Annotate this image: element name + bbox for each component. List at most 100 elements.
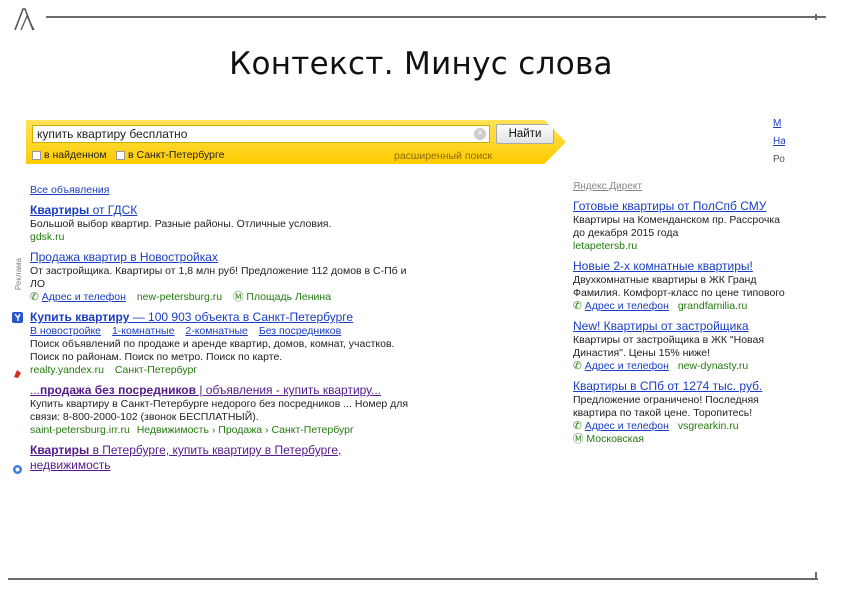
address-phone-link[interactable]: Адрес и телефон	[585, 360, 669, 372]
ad-meta: ✆ Адрес и телефон new-dynasty.ru	[573, 360, 785, 373]
advanced-search-link[interactable]: расширенный поиск	[394, 150, 492, 163]
address-phone-link[interactable]: Адрес и телефон	[42, 291, 126, 303]
ad-text: Квартиры на Коменданском пр. Рассрочка д…	[573, 214, 781, 239]
slide-top-rule	[46, 16, 826, 18]
ad-url[interactable]: vsgrearkin.ru	[678, 420, 739, 432]
result-title-prefix: ...	[30, 383, 41, 397]
presentation-logo-icon	[14, 8, 35, 31]
ad-title-link[interactable]: New! Квартиры от застройщика	[573, 319, 749, 333]
result-title-bold: продажа без посредников	[40, 383, 196, 397]
yandex-search-screenshot: × Найти в найденном в Санкт-Петербурге р…	[10, 110, 785, 490]
result-title-rest: — 100 903 объекта в Санкт-Петербурге	[129, 310, 354, 324]
slide-top-rule-tick	[815, 14, 817, 20]
ad-meta: ✆ Адрес и телефон vsgrearkin.ru	[573, 420, 785, 433]
phone-icon: ✆	[573, 360, 582, 372]
result-title-bold: Квартиры	[30, 443, 90, 457]
result-url[interactable]: new-petersburg.ru	[137, 291, 222, 303]
ad-title-link[interactable]: Готовые квартиры от ПолСпб СМУ	[573, 199, 766, 213]
result-meta: ✆ Адрес и телефон new-petersburg.ru Ⓜ Пл…	[30, 291, 420, 304]
ad-title-link[interactable]: Новые 2-х комнатные квартиры!	[573, 259, 753, 273]
slide-bottom-rule	[8, 578, 818, 580]
direct-ad: Квартиры в СПб от 1274 тыс. руб. Предлож…	[573, 379, 785, 446]
yandex-realty-favicon-icon	[12, 312, 23, 323]
checkbox-box[interactable]	[116, 151, 125, 160]
ad-text: Двухкомнатные квартиры в ЖК Гранд Фамили…	[573, 274, 785, 299]
result-snippet: Поиск объявлений по продаже и аренде ква…	[30, 338, 395, 363]
sitelink[interactable]: В новостройке	[30, 325, 101, 337]
search-result: ...продажа без посредников | объявления …	[30, 383, 420, 437]
ad-url[interactable]: letapetersb.ru	[573, 240, 785, 253]
ad-url[interactable]: grandfamilia.ru	[678, 300, 747, 312]
slide-title: Контекст. Минус слова	[229, 46, 613, 82]
edge-link[interactable]: На	[773, 133, 785, 151]
cut-off-header-links: М На Ро	[773, 115, 785, 169]
ad-title-link[interactable]: Квартиры в СПб от 1274 тыс. руб.	[573, 379, 762, 393]
metro-station: Московская	[586, 433, 644, 445]
search-bar: × Найти в найденном в Санкт-Петербурге р…	[26, 120, 566, 164]
search-result: Купить квартиру — 100 903 объекта в Санк…	[30, 310, 420, 377]
phone-icon: ✆	[573, 300, 582, 312]
ad-text: Квартиры от застройщика в ЖК "Новая Дина…	[573, 334, 765, 359]
checkbox-in-found[interactable]: в найденном	[32, 149, 107, 162]
direct-ad: New! Квартиры от застройщика Квартиры от…	[573, 319, 785, 373]
search-result: Продажа квартир в Новостройках От застро…	[30, 250, 420, 304]
result-snippet: Большой выбор квартир. Разные районы. От…	[30, 218, 332, 230]
edge-link[interactable]: М	[773, 115, 785, 133]
checkbox-in-found-label: в найденном	[44, 149, 107, 161]
phone-icon: ✆	[30, 291, 39, 303]
ad-url[interactable]: new-dynasty.ru	[678, 360, 748, 372]
all-ads-link[interactable]: Все объявления	[30, 184, 109, 196]
metro-station: Площадь Ленина	[246, 291, 332, 303]
result-snippet: От застройщика. Квартиры от 1,8 млн руб!…	[30, 265, 407, 290]
result-title-link[interactable]: Купить квартиру — 100 903 объекта в Санк…	[30, 310, 353, 324]
result-title-rest: в Новостройках	[126, 250, 218, 264]
checkbox-region[interactable]: в Санкт-Петербурге	[116, 149, 224, 162]
result-title-link[interactable]: Квартиры от ГДСК	[30, 203, 137, 217]
sitelink[interactable]: 2-комнатные	[185, 325, 248, 337]
checkbox-box[interactable]	[32, 151, 41, 160]
yandex-direct-label[interactable]: Яндекс.Директ	[573, 181, 642, 192]
search-input[interactable]	[32, 125, 490, 143]
edge-text: Ро	[773, 154, 785, 165]
site-favicon-icon	[13, 465, 22, 474]
search-result: Квартиры в Петербурге, купить квартиру в…	[30, 443, 420, 473]
result-meta: saint-petersburg.irr.ru Недвижимость › П…	[30, 424, 420, 437]
phone-icon: ✆	[573, 420, 582, 432]
result-snippet: Купить квартиру в Санкт-Петербурге недор…	[30, 398, 409, 423]
ad-metro: Ⓜ Московская	[573, 433, 785, 446]
result-title-link[interactable]: Продажа квартир в Новостройках	[30, 250, 218, 264]
search-results-column: Все объявления Квартиры от ГДСК Большой …	[30, 184, 420, 473]
direct-ads-column: Яндекс.Директ Готовые квартиры от ПолСпб…	[573, 180, 785, 446]
result-title-link[interactable]: Квартиры в Петербурге, купить квартиру в…	[30, 443, 341, 472]
metro-icon: Ⓜ	[232, 291, 244, 303]
result-breadcrumbs[interactable]: Недвижимость › Продажа › Санкт-Петербург	[137, 424, 354, 436]
result-url[interactable]: realty.yandex.ru	[30, 364, 104, 376]
result-region[interactable]: Санкт-Петербург	[115, 364, 197, 376]
result-title-link[interactable]: ...продажа без посредников | объявления …	[30, 383, 381, 397]
result-url[interactable]: gdsk.ru	[30, 231, 420, 244]
direct-ad: Готовые квартиры от ПолСпб СМУ Квартиры …	[573, 199, 785, 253]
result-url[interactable]: saint-petersburg.irr.ru	[30, 424, 130, 436]
metro-icon: Ⓜ	[573, 433, 584, 445]
sitelink[interactable]: Без посредников	[259, 325, 341, 337]
result-title-rest: от ГДСК	[89, 203, 138, 217]
result-title-rest: | объявления - купить квартиру...	[196, 383, 381, 397]
ad-text: Предложение ограничено! Последняя кварти…	[573, 394, 759, 419]
direct-ad: Новые 2-х комнатные квартиры! Двухкомнат…	[573, 259, 785, 313]
irr-favicon-icon	[14, 370, 21, 378]
result-title-bold: Продажа квартир	[30, 250, 127, 264]
result-title-bold: Квартиры	[30, 203, 90, 217]
clear-search-icon[interactable]: ×	[474, 128, 486, 140]
search-result: Квартиры от ГДСК Большой выбор квартир. …	[30, 203, 420, 244]
slide-bottom-rule-tick	[815, 572, 817, 580]
address-phone-link[interactable]: Адрес и телефон	[585, 420, 669, 432]
address-phone-link[interactable]: Адрес и телефон	[585, 300, 669, 312]
result-title-bold: Купить квартиру	[30, 310, 130, 324]
search-button[interactable]: Найти	[496, 124, 554, 144]
ad-block-label: Реклама	[14, 258, 23, 291]
screenshot-crop-fade	[10, 478, 570, 490]
result-meta: realty.yandex.ru Санкт-Петербург	[30, 364, 420, 377]
sitelink[interactable]: 1-комнатные	[112, 325, 175, 337]
result-sitelinks: В новостройке 1-комнатные 2-комнатные Бе…	[30, 325, 420, 338]
ad-meta: ✆ Адрес и телефон grandfamilia.ru	[573, 300, 785, 313]
